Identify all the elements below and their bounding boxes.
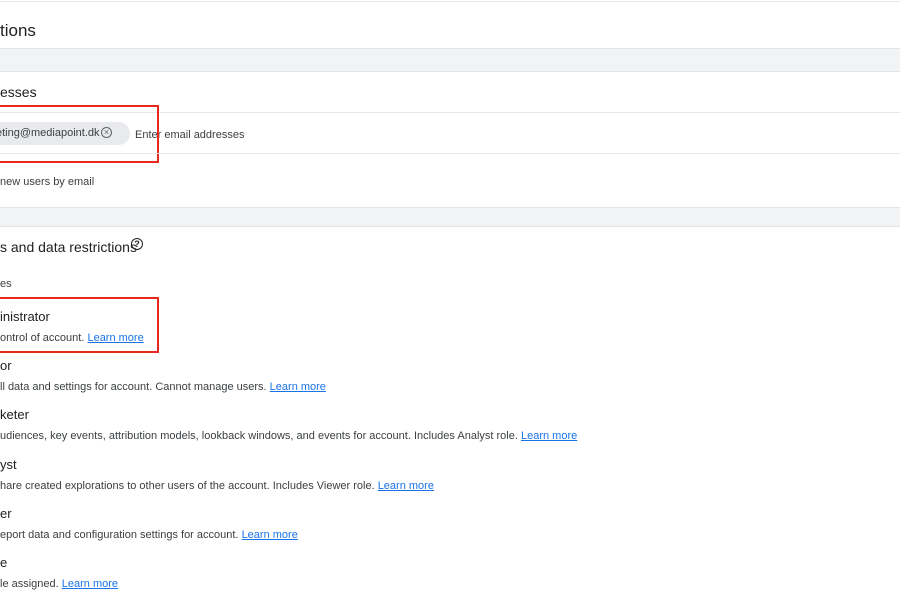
divider [0, 153, 900, 154]
role-desc-text: le assigned. [0, 578, 59, 590]
annotation-box-email [0, 105, 159, 163]
section-separator [0, 48, 900, 72]
role-name-none[interactable]: e [0, 555, 7, 570]
role-desc-text: udiences, key events, attribution models… [0, 430, 518, 442]
role-desc-text: eport data and configuration settings fo… [0, 529, 239, 541]
page-title: tions [0, 21, 36, 40]
section-separator [0, 207, 900, 227]
role-desc-none: le assigned. Learn more [0, 578, 118, 590]
learn-more-link[interactable]: Learn more [521, 430, 577, 442]
role-name-viewer[interactable]: er [0, 506, 12, 521]
email-input[interactable] [133, 126, 357, 144]
learn-more-link[interactable]: Learn more [62, 578, 118, 590]
role-desc-text: ll data and settings for account. Cannot… [0, 381, 267, 393]
top-divider [0, 1, 900, 2]
role-name-analyst[interactable]: yst [0, 457, 17, 472]
learn-more-link[interactable]: Learn more [378, 480, 434, 492]
role-name-editor[interactable]: or [0, 358, 12, 373]
help-circle-icon[interactable]: ? [131, 238, 143, 250]
role-desc-analyst: hare created explorations to other users… [0, 480, 434, 492]
notify-label[interactable]: new users by email [0, 176, 94, 188]
role-desc-text: hare created explorations to other users… [0, 480, 375, 492]
learn-more-link[interactable]: Learn more [270, 381, 326, 393]
roles-subheading: es [0, 278, 12, 290]
role-desc-marketer: udiences, key events, attribution models… [0, 430, 577, 442]
role-name-marketer[interactable]: keter [0, 407, 29, 422]
roles-section-title: s and data restrictions [0, 239, 137, 255]
learn-more-link[interactable]: Learn more [242, 529, 298, 541]
annotation-box-role [0, 297, 159, 353]
role-desc-editor: ll data and settings for account. Cannot… [0, 381, 326, 393]
email-section-title: esses [0, 84, 37, 100]
role-desc-viewer: eport data and configuration settings fo… [0, 529, 298, 541]
